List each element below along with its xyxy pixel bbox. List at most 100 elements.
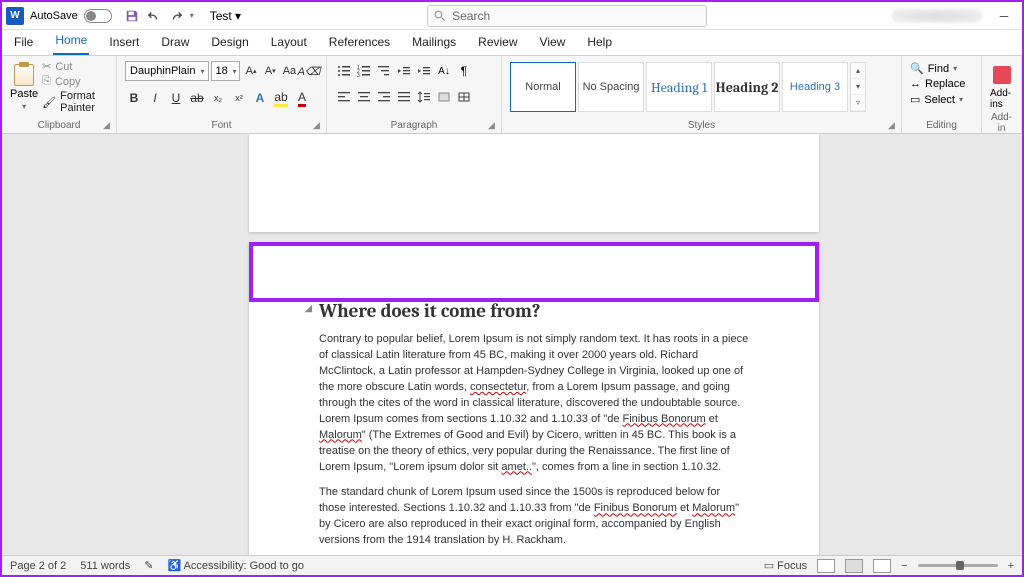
strikethrough-button[interactable]: ab (188, 89, 206, 107)
previous-page-bottom[interactable] (249, 134, 819, 232)
zoom-in-button[interactable]: + (1008, 560, 1014, 572)
read-mode-button[interactable] (817, 559, 835, 573)
heading-where-from[interactable]: Where does it come from? (319, 300, 749, 322)
styles-group: Normal No Spacing Heading 1 Heading 2 He… (502, 56, 902, 133)
web-layout-button[interactable] (873, 559, 891, 573)
document-title[interactable]: Test ▾ (210, 9, 241, 23)
spelling-error[interactable]: consectetur (470, 381, 526, 393)
minimize-button[interactable]: ─ (990, 6, 1018, 26)
tab-review[interactable]: Review (476, 31, 519, 55)
line-spacing-button[interactable] (415, 88, 433, 106)
ribbon: Paste ▾ ✂Cut ⎘Copy 🖌Format Painter Clipb… (2, 56, 1022, 134)
style-heading-2[interactable]: Heading 2 (714, 62, 780, 112)
tab-view[interactable]: View (538, 31, 568, 55)
italic-button[interactable]: I (146, 89, 164, 107)
change-case-button[interactable]: Aa (281, 61, 298, 81)
document-area[interactable]: Where does it come from? Contrary to pop… (2, 134, 1022, 555)
justify-button[interactable] (395, 88, 413, 106)
sort-button[interactable]: A↓ (435, 62, 453, 80)
replace-icon: ↔ (910, 78, 921, 90)
multilevel-list-button[interactable] (375, 62, 393, 80)
zoom-out-button[interactable]: − (901, 560, 907, 572)
accessibility-status[interactable]: ♿ Accessibility: Good to go (167, 559, 304, 572)
superscript-button[interactable]: x² (230, 89, 248, 107)
paste-button[interactable]: Paste ▾ (10, 60, 38, 114)
increase-indent-button[interactable] (415, 62, 433, 80)
tab-design[interactable]: Design (209, 31, 250, 55)
spelling-error[interactable]: Finibus Bonorum (594, 502, 677, 514)
autosave-label: AutoSave (30, 10, 78, 22)
decrease-indent-button[interactable] (395, 62, 413, 80)
search-input[interactable]: Search (427, 5, 707, 27)
font-color-button[interactable]: A (293, 89, 311, 107)
format-painter-button[interactable]: 🖌Format Painter (42, 90, 108, 114)
tab-home[interactable]: Home (53, 29, 89, 55)
shading-button[interactable] (435, 88, 453, 106)
copy-button[interactable]: ⎘Copy (42, 75, 108, 88)
bullets-button[interactable] (335, 62, 353, 80)
spelling-error[interactable]: Malorum (692, 502, 735, 514)
search-placeholder: Search (452, 9, 490, 23)
language-status-icon[interactable]: ✎ (144, 559, 153, 572)
redo-icon[interactable] (168, 8, 184, 24)
find-button[interactable]: 🔍Find▾ (910, 62, 973, 75)
font-launcher-icon[interactable]: ◢ (313, 120, 323, 130)
shrink-font-button[interactable]: A▾ (262, 61, 279, 81)
qat-customize-icon[interactable]: ▾ (190, 11, 194, 20)
word-app-icon: W (6, 7, 24, 25)
paragraph-2[interactable]: The standard chunk of Lorem Ipsum used s… (319, 485, 749, 549)
spelling-error[interactable]: Finibus Bonorum (623, 413, 706, 425)
bold-button[interactable]: B (125, 89, 143, 107)
grow-font-button[interactable]: A▴ (242, 61, 259, 81)
subscript-button[interactable]: x₂ (209, 89, 227, 107)
numbering-button[interactable]: 123 (355, 62, 373, 80)
print-layout-button[interactable] (845, 559, 863, 573)
tab-draw[interactable]: Draw (159, 31, 191, 55)
save-icon[interactable] (124, 8, 140, 24)
style-heading-3[interactable]: Heading 3 (782, 62, 848, 112)
tab-help[interactable]: Help (585, 31, 614, 55)
tab-mailings[interactable]: Mailings (410, 31, 458, 55)
paragraph-launcher-icon[interactable]: ◢ (488, 120, 498, 130)
word-count-status[interactable]: 511 words (80, 560, 130, 572)
style-normal[interactable]: Normal (510, 62, 576, 112)
clipboard-launcher-icon[interactable]: ◢ (103, 120, 113, 130)
format-painter-icon: 🖌 (42, 96, 56, 109)
replace-button[interactable]: ↔Replace (910, 78, 973, 90)
highlight-button[interactable]: ab (272, 89, 290, 107)
font-size-select[interactable]: 18▾ (211, 61, 240, 81)
font-name-select[interactable]: DauphinPlain▾ (125, 61, 209, 81)
svg-text:3: 3 (357, 73, 360, 78)
align-left-button[interactable] (335, 88, 353, 106)
style-heading-1[interactable]: Heading 1 (646, 62, 712, 112)
select-button[interactable]: ▭Select▾ (910, 93, 973, 106)
align-center-button[interactable] (355, 88, 373, 106)
style-no-spacing[interactable]: No Spacing (578, 62, 644, 112)
zoom-slider[interactable] (918, 564, 998, 567)
clear-formatting-button[interactable]: A⌫ (300, 61, 318, 81)
undo-icon[interactable] (146, 8, 162, 24)
tab-file[interactable]: File (12, 31, 35, 55)
underline-button[interactable]: U (167, 89, 185, 107)
focus-mode-button[interactable]: ▭ Focus (764, 559, 807, 572)
tab-layout[interactable]: Layout (269, 31, 309, 55)
spelling-error[interactable]: amet.. (501, 461, 532, 473)
addins-button[interactable]: Add-ins (990, 88, 1013, 110)
page-number-status[interactable]: Page 2 of 2 (10, 560, 66, 572)
text-effects-button[interactable]: A (251, 89, 269, 107)
styles-scroll[interactable]: ▴▾▿ (850, 62, 866, 112)
paragraph-label: Paragraph (335, 120, 493, 131)
tab-references[interactable]: References (327, 31, 392, 55)
quick-access-toolbar: ▾ (124, 8, 194, 24)
current-page[interactable]: Where does it come from? Contrary to pop… (249, 242, 819, 555)
autosave-toggle[interactable] (84, 9, 112, 23)
tab-insert[interactable]: Insert (107, 31, 141, 55)
spelling-error[interactable]: Malorum (319, 429, 362, 441)
show-marks-button[interactable]: ¶ (455, 62, 473, 80)
paragraph-1[interactable]: Contrary to popular belief, Lorem Ipsum … (319, 332, 749, 475)
styles-launcher-icon[interactable]: ◢ (888, 120, 898, 130)
align-right-button[interactable] (375, 88, 393, 106)
addins-icon[interactable] (993, 66, 1011, 84)
borders-button[interactable] (455, 88, 473, 106)
cut-button[interactable]: ✂Cut (42, 60, 108, 73)
